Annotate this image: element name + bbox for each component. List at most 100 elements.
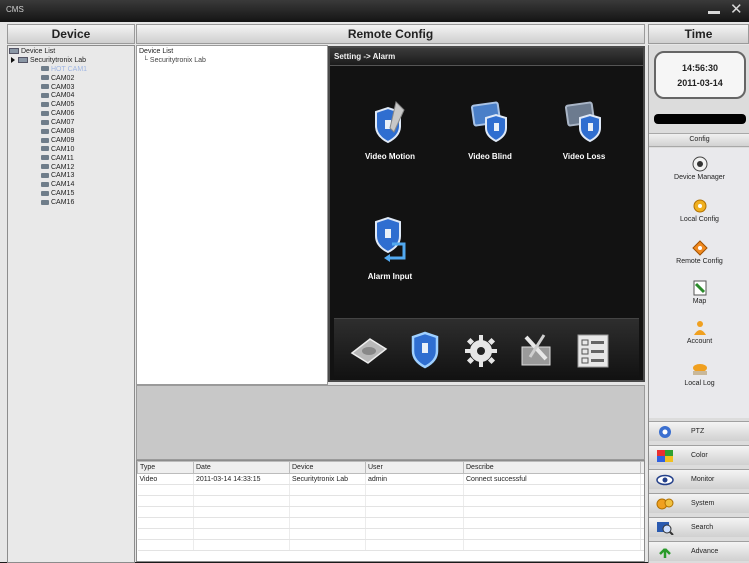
color-button[interactable]: Color	[649, 445, 749, 465]
empty-row	[137, 528, 644, 540]
map-item[interactable]: Map	[649, 280, 749, 305]
log-icon	[692, 364, 707, 375]
col-user[interactable]: User	[365, 461, 464, 474]
cell-user: admin	[365, 473, 464, 485]
alarm-input-label: Alarm Input	[367, 272, 413, 281]
camera-icon	[41, 119, 49, 125]
system-button[interactable]: System	[649, 493, 749, 513]
camera-item[interactable]: CAM15	[9, 190, 87, 199]
col-device[interactable]: Device	[289, 461, 366, 474]
camera-item[interactable]: CAM08	[9, 128, 87, 137]
advance-button[interactable]: Advance	[649, 541, 749, 561]
expand-arrow-icon[interactable]	[11, 57, 15, 64]
tree-root[interactable]: Device List	[9, 48, 87, 57]
device-manager-item[interactable]: Device Manager	[649, 156, 749, 181]
advance-label: Advance	[691, 548, 719, 555]
settings-dock	[334, 318, 639, 380]
dome-camera-icon	[692, 156, 707, 172]
camera-icon	[41, 155, 49, 161]
video-loss-icon	[564, 101, 601, 143]
clock-time: 14:56:30	[681, 63, 719, 73]
col-type[interactable]: Type	[137, 461, 194, 474]
remote-config-label: Remote Config	[676, 258, 723, 265]
camera-item[interactable]: CAM05	[9, 101, 87, 110]
config-header[interactable]: Config	[649, 133, 749, 147]
cell-device: Securitytronix Lab	[289, 473, 366, 485]
local-log-item[interactable]: Local Log	[649, 362, 749, 387]
camera-item[interactable]: CAM07	[9, 119, 87, 128]
device-list-icon	[9, 48, 19, 55]
tree-group[interactable]: Securitytronix Lab	[9, 57, 87, 66]
close-button[interactable]: ✕	[730, 2, 743, 17]
camera-icon	[41, 84, 49, 90]
account-item[interactable]: Account	[649, 320, 749, 345]
clock-date: 2011-03-14	[677, 78, 723, 88]
user-icon	[693, 321, 706, 335]
video-loss-item[interactable]: Video Loss	[544, 96, 624, 161]
video-blind-item[interactable]: Video Blind	[450, 96, 530, 161]
camera-item[interactable]: HOT CAM1	[9, 66, 87, 75]
ptz-label: PTZ	[691, 428, 705, 435]
camera-item[interactable]: CAM03	[9, 84, 87, 93]
table-row[interactable]: Video 2011-03-14 14:33:15 Securitytronix…	[137, 473, 644, 485]
empty-row	[137, 484, 644, 496]
tools-icon[interactable]	[516, 329, 558, 371]
video-motion-label: Video Motion	[364, 152, 416, 161]
camera-label: CAM02	[51, 74, 75, 82]
camera-item[interactable]: CAM09	[9, 137, 87, 146]
local-config-item[interactable]: Local Config	[649, 198, 749, 223]
cell-type: Video	[137, 473, 194, 485]
remote-config-item[interactable]: Remote Config	[649, 240, 749, 265]
camera-item[interactable]: CAM10	[9, 146, 87, 155]
camera-icon	[41, 137, 49, 143]
color-label: Color	[691, 452, 708, 459]
empty-row	[137, 495, 644, 507]
camera-icon	[41, 182, 49, 188]
hdd-icon[interactable]	[348, 329, 390, 371]
camera-item[interactable]: CAM06	[9, 110, 87, 119]
gear-icon[interactable]	[460, 329, 502, 371]
empty-row	[137, 506, 644, 518]
camera-item[interactable]: CAM11	[9, 155, 87, 164]
camera-icon	[41, 146, 49, 152]
log-table: Type Date Device User Describe Video 201…	[137, 461, 644, 551]
camera-icon	[41, 110, 49, 116]
rc-tree-child-label: Securitytronix Lab	[149, 57, 206, 64]
col-describe[interactable]: Describe	[463, 461, 641, 474]
camera-item[interactable]: CAM02	[9, 75, 87, 84]
camera-item[interactable]: CAM04	[9, 92, 87, 101]
alarm-shield-icon[interactable]	[404, 329, 446, 371]
camera-item[interactable]: CAM13	[9, 172, 87, 181]
map-icon	[693, 280, 706, 296]
advance-icon	[659, 548, 671, 558]
rc-tree-root[interactable]: Device List	[139, 48, 173, 55]
search-button[interactable]: Search	[649, 517, 749, 537]
alarm-input-item[interactable]: Alarm Input	[350, 216, 430, 281]
monitor-button[interactable]: Monitor	[649, 469, 749, 489]
col-date[interactable]: Date	[193, 461, 290, 474]
config-menu: Device Manager Local Config Remote Confi…	[649, 148, 749, 418]
rc-tree-child[interactable]: └ Securitytronix Lab	[143, 57, 206, 64]
local-log-label: Local Log	[684, 380, 715, 387]
camera-item[interactable]: CAM14	[9, 181, 87, 190]
clock-display: 14:56:30 2011-03-14	[654, 51, 746, 99]
minimize-button[interactable]	[708, 11, 720, 14]
camera-label: CAM15	[51, 190, 75, 198]
camera-icon	[41, 199, 49, 205]
checklist-icon[interactable]	[572, 329, 614, 371]
col-extra	[640, 461, 644, 474]
log-header-row: Type Date Device User Describe	[137, 461, 644, 474]
settings-breadcrumb-bar: Setting -> Alarm	[330, 48, 643, 66]
color-palette-icon	[657, 450, 673, 462]
camera-item[interactable]: CAM12	[9, 164, 87, 173]
empty-row	[137, 539, 644, 551]
settings-breadcrumb: Setting -> Alarm	[334, 52, 396, 61]
eye-icon	[656, 474, 674, 486]
video-motion-item[interactable]: Video Motion	[350, 96, 430, 161]
device-header: Device	[7, 24, 135, 44]
ptz-button[interactable]: PTZ	[649, 421, 749, 441]
camera-label: CAM06	[51, 110, 75, 118]
camera-item[interactable]: CAM16	[9, 199, 87, 208]
camera-label: CAM12	[51, 163, 75, 171]
title-bar: CMS ✕	[0, 0, 749, 22]
